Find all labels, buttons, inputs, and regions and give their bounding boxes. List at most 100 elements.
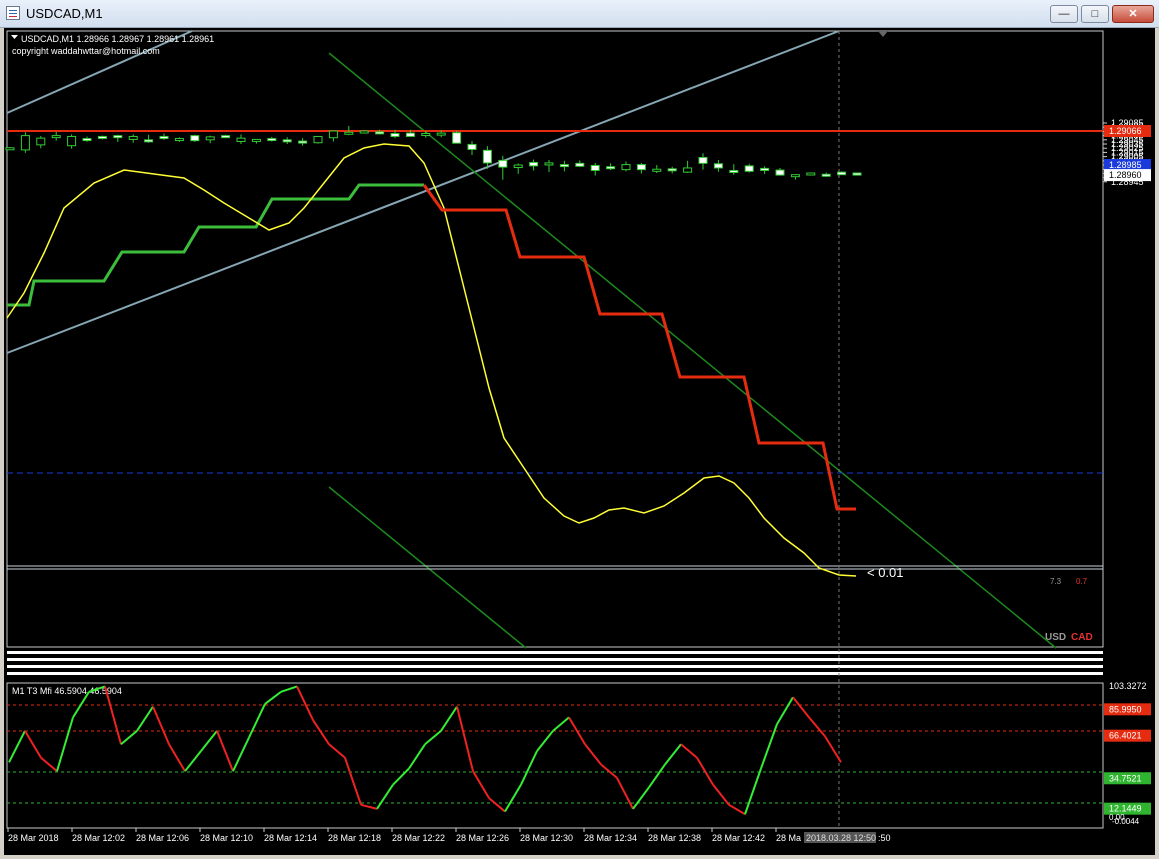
candle-body <box>405 132 415 137</box>
mfi-segment <box>552 716 570 732</box>
time-tick-label: 28 Mar 12:34 <box>584 833 637 843</box>
candle-body <box>436 132 446 136</box>
mfi-segment <box>312 719 330 745</box>
candle-body <box>713 163 723 169</box>
yellow-ma-line <box>6 143 857 577</box>
maximize-button[interactable]: □ <box>1081 5 1109 23</box>
red-trailing-stop-line <box>422 184 856 511</box>
candle-body <box>344 131 354 135</box>
mfi-segment <box>728 803 746 816</box>
mfi-segment <box>120 730 138 746</box>
mfi-segment <box>184 750 202 772</box>
window-title: USDCAD,M1 <box>26 6 103 21</box>
mfi-segment <box>152 706 170 745</box>
candle-body <box>190 135 200 142</box>
mfi-segment <box>536 730 554 752</box>
panel-separator[interactable] <box>7 651 1103 675</box>
candle-body <box>159 135 169 140</box>
mfi-segment <box>344 757 362 806</box>
time-tick-label: 28 Mar 12:14 <box>264 833 317 843</box>
mfi-segment <box>264 691 282 705</box>
chart-window-icon <box>6 6 20 20</box>
mfi-segment <box>488 797 506 813</box>
usd-label: USD <box>1045 632 1066 643</box>
chart-shift-marker[interactable] <box>878 31 888 37</box>
mfi-segment <box>456 706 474 772</box>
indicator-axis[interactable]: 103.327285.995066.402134.752112.14490.00… <box>1104 681 1151 826</box>
mfi-segment <box>808 716 826 737</box>
candle-body <box>837 171 847 176</box>
candle-body <box>128 135 138 140</box>
time-tick-label: 28 Mar 2018 <box>8 833 59 843</box>
candle-body <box>652 168 662 172</box>
mfi-segment <box>392 767 410 786</box>
candle-body <box>529 162 539 167</box>
candle-body <box>575 162 585 167</box>
trendline-lower[interactable] <box>6 30 840 354</box>
indicator-axis-label: 66.4021 <box>1109 731 1142 741</box>
time-axis[interactable]: 28 Mar 2018 28 Mar 12:02 28 Mar 12:06 28 Ma… <box>7 828 891 843</box>
mfi-segment <box>56 717 74 772</box>
cad-label: CAD <box>1071 632 1093 643</box>
symbol-info: USDCAD,M1 1.28966 1.28967 1.28961 1.2896… <box>21 34 214 44</box>
close-button[interactable]: ✕ <box>1112 5 1154 23</box>
mfi-segment <box>8 730 26 763</box>
candle-body <box>298 140 308 144</box>
minimize-button[interactable]: — <box>1050 5 1078 23</box>
separator-stripe <box>7 665 1103 668</box>
indicator-axis-label: 85.9950 <box>1109 704 1142 714</box>
chart-canvas[interactable]: USDCAD,M1 1.28966 1.28967 1.28961 1.2896… <box>4 28 1155 855</box>
channel-upper-line[interactable] <box>328 52 1057 649</box>
mfi-segment <box>712 784 730 806</box>
mfi-segment <box>360 803 378 810</box>
candle-body <box>760 167 770 171</box>
mfi-segment <box>424 730 442 746</box>
mfi-segment <box>24 730 42 759</box>
candle-body <box>36 137 46 146</box>
candle-body <box>67 135 77 147</box>
candle-body <box>174 138 184 142</box>
price-axis[interactable]: 1.290851.290751.290651.290551.290451.290… <box>1103 118 1151 187</box>
chart-frame[interactable]: USDCAD,M1 1.28966 1.28967 1.28961 1.2896… <box>4 28 1155 855</box>
mfi-segment <box>232 737 250 772</box>
mfi-segment <box>328 743 346 759</box>
mfi-segment <box>376 784 394 810</box>
time-tick-label: 28 Mar 12:02 <box>72 833 125 843</box>
time-tick-label: 28 Ma <box>776 833 801 843</box>
candle-body <box>113 135 123 139</box>
mfi-segment <box>216 730 234 772</box>
time-tick-label: 28 Mar 12:22 <box>392 833 445 843</box>
candle-body <box>636 164 646 171</box>
time-tick-label: 28 Mar 12:26 <box>456 833 509 843</box>
candle-body <box>282 139 292 143</box>
candle-body <box>236 137 246 142</box>
candle-body <box>513 164 523 169</box>
candle-body <box>744 165 754 172</box>
mfi-segment <box>504 784 522 813</box>
window-titlebar[interactable]: USDCAD,M1 — □ ✕ <box>0 0 1159 28</box>
time-tick-label: :50 <box>878 833 891 843</box>
candle-body <box>498 159 508 168</box>
small-value-a: 7.3 <box>1050 577 1062 586</box>
current-price-label: 1.28960 <box>1109 170 1142 180</box>
mfi-segment <box>792 696 810 719</box>
channel-lower-line[interactable] <box>328 486 527 649</box>
indicator-axis-label: 34.7521 <box>1109 773 1142 783</box>
candle-body <box>359 130 369 134</box>
time-tick-label: 28 Mar 12:10 <box>200 833 253 843</box>
mfi-segment <box>136 706 154 732</box>
candle-body <box>683 167 693 173</box>
small-value-b: 0.7 <box>1076 577 1088 586</box>
time-tick-label: 28 Mar 12:06 <box>136 833 189 843</box>
chart-menu-icon[interactable] <box>11 35 18 39</box>
candle-body <box>544 162 554 166</box>
candle-body <box>221 135 231 139</box>
separator-stripe <box>7 672 1103 675</box>
candle-body <box>806 172 816 176</box>
mfi-line-group <box>8 685 842 816</box>
candle-body <box>5 147 15 151</box>
mfi-segment <box>696 757 714 786</box>
indicator-axis-label: -0.0044 <box>1112 817 1140 826</box>
mfi-segment <box>632 786 650 810</box>
separator-stripe <box>7 658 1103 661</box>
